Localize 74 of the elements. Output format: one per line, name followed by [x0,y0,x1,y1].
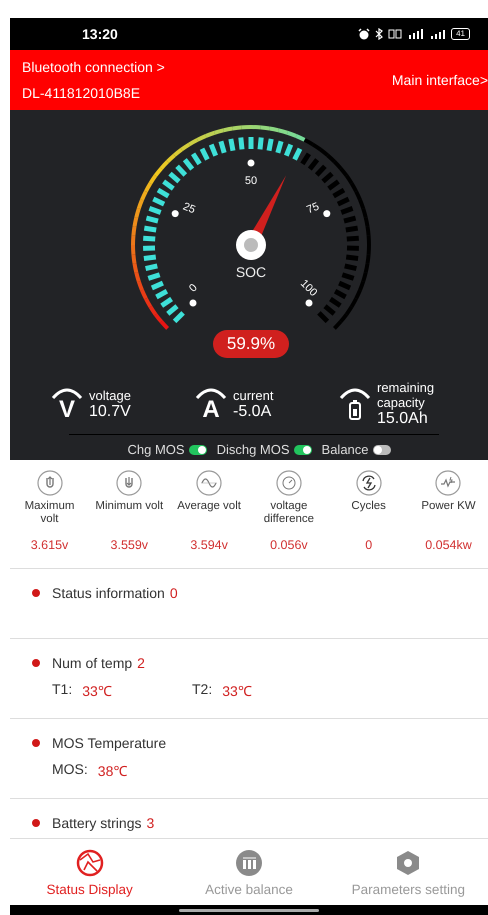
switch-label: Chg MOS [127,442,185,457]
section-count: 3 [146,815,154,831]
bluetooth-icon [375,28,384,40]
scale-dot [190,300,196,306]
stat-label: Maximum volt [24,500,76,527]
metric-label: voltage [89,388,132,402]
lightning-cycle-icon [356,470,382,496]
battery-icon [348,399,362,421]
reading-value: 33℃ [222,682,252,700]
scale-dot [306,300,312,306]
toggle-switch[interactable] [294,444,312,454]
section-title: MOS Temperature [52,735,166,751]
arc-icon [338,387,372,399]
sine-wave-icon [196,470,222,496]
section-count: 0 [170,585,178,601]
reading-value: 38℃ [98,762,128,780]
stat-label: Cycles [350,500,387,514]
stat-value: 3.559v [110,538,148,552]
section-title: Num of temp [52,655,132,671]
clock-time: 13:20 [82,26,118,42]
arc-icon [50,387,84,399]
scale-dot [323,210,330,218]
reading-label: T2: [192,681,212,699]
stat-label: Average volt [176,500,242,514]
dial-icon [276,470,302,496]
metric-label: remaining capacity [377,380,436,410]
bluetooth-link[interactable]: Bluetooth connection > [22,59,165,75]
scale-label: 50 [244,174,258,187]
reading-value: 33℃ [82,682,112,700]
arc-icon [194,387,228,399]
bullet-dot [32,819,40,827]
metric-value: -5.0A [233,402,272,420]
stat-value: 0 [365,538,372,552]
reading-label: T1: [52,681,72,699]
scale-label: 100 [298,278,320,299]
unit-symbol: V [58,399,75,421]
pulse-icon [435,470,462,496]
battery-pack-icon [234,848,264,878]
stat-value: 3.615v [30,538,68,552]
switch-label: Dischg MOS [216,442,290,457]
scale-label: 75 [305,200,321,216]
section-count: 2 [137,655,145,671]
toggle-switch[interactable] [188,444,207,454]
section-title: Status information [52,585,165,601]
bullet-dot [32,739,40,747]
signal-icon [407,28,426,40]
main-interface-link[interactable]: Main interface> [392,72,488,88]
metric-label: current [233,388,274,402]
metric-value: 15.0Ah [377,410,429,428]
section-title: Battery strings [52,815,142,831]
stat-value: 0.056v [270,538,308,552]
stat-label: Minimum volt [94,500,164,514]
home-indicator[interactable] [179,908,319,912]
stat-value: 3.594v [190,538,228,552]
gauge-label: SOC [236,264,266,280]
signal-icon [430,28,446,40]
stat-label: voltage difference [262,500,316,527]
unit-symbol: A [202,399,220,421]
metric-value: 10.7V [89,402,132,420]
stat-value: 0.054kw [425,538,472,552]
toggle-switch[interactable] [372,444,391,454]
bullet-dot [32,589,40,597]
bullet-dot [32,659,40,667]
switch-label: Balance [322,442,369,457]
battery-indicator: 41 [451,28,470,40]
scale-dot [248,160,254,166]
stat-label: Power KW [420,500,477,514]
scale-label: 25 [181,200,197,216]
reading-label: MOS: [52,761,88,779]
scale-dot [172,210,179,218]
alarm-icon [358,28,370,40]
soc-reading: 59.9% [212,330,290,358]
device-name: DL-411812010B8E [22,85,142,101]
scale-label: 0 [187,282,200,295]
